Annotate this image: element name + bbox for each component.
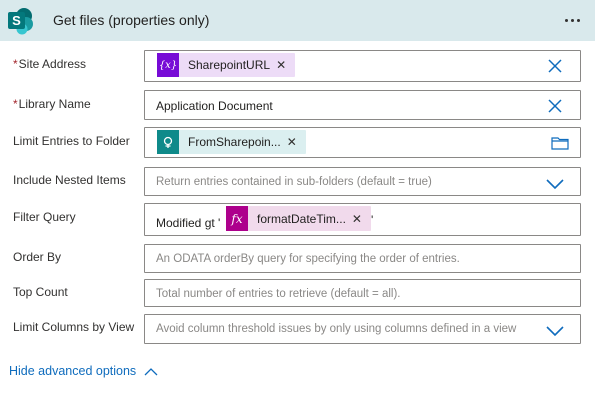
required-marker: *	[13, 57, 18, 71]
chevron-down-icon[interactable]	[545, 178, 565, 190]
limit-folder-field[interactable]: FromSharepoin... ✕	[144, 127, 581, 158]
include-nested-placeholder: Return entries contained in sub-folders …	[156, 176, 432, 188]
function-icon: fx	[226, 206, 248, 231]
include-nested-label: Include Nested Items	[13, 173, 126, 187]
library-name-field[interactable]: Application Document	[144, 90, 581, 120]
library-name-value: Application Document	[156, 99, 273, 113]
order-by-field[interactable]: An ODATA orderBy query for specifying th…	[144, 244, 581, 273]
filter-query-prefix: Modified gt '	[156, 216, 221, 230]
top-count-placeholder: Total number of entries to retrieve (def…	[156, 288, 401, 300]
ellipsis-icon[interactable]	[561, 9, 583, 31]
sharepoint-icon: S	[8, 8, 33, 35]
token-label: FromSharepoin...	[188, 135, 281, 149]
clear-icon[interactable]	[547, 58, 563, 74]
required-marker: *	[13, 97, 18, 111]
action-card-header[interactable]: S Get files (properties only)	[0, 0, 595, 41]
remove-token-icon[interactable]: ✕	[352, 212, 371, 226]
limit-folder-label: Limit Entries to Folder	[13, 134, 130, 148]
site-address-field[interactable]: {x} SharepointURL ✕	[144, 50, 581, 82]
formatdatetime-token[interactable]: fx formatDateTim... ✕	[226, 206, 371, 231]
remove-token-icon[interactable]: ✕	[287, 135, 306, 149]
power-apps-icon	[157, 130, 179, 154]
remove-token-icon[interactable]: ✕	[276, 58, 295, 72]
top-count-label: Top Count	[13, 285, 68, 299]
variable-icon: {x}	[157, 53, 179, 77]
folder-icon[interactable]	[551, 136, 569, 150]
chevron-down-icon[interactable]	[545, 325, 565, 337]
clear-icon[interactable]	[547, 98, 563, 114]
chevron-up-icon	[144, 367, 158, 375]
limit-columns-label: Limit Columns by View	[13, 320, 135, 334]
sharepointurl-token[interactable]: {x} SharepointURL ✕	[157, 53, 296, 77]
fromsharepoint-token[interactable]: FromSharepoin... ✕	[157, 130, 306, 154]
top-count-field[interactable]: Total number of entries to retrieve (def…	[144, 279, 581, 307]
filter-query-suffix: '	[371, 213, 374, 227]
order-by-label: Order By	[13, 250, 62, 264]
hide-advanced-options-link[interactable]: Hide advanced options	[9, 364, 158, 378]
include-nested-dropdown[interactable]: Return entries contained in sub-folders …	[144, 167, 581, 196]
site-address-label: *Site Address	[13, 57, 87, 71]
filter-query-field[interactable]: Modified gt ' fx formatDateTim... ✕ '	[144, 203, 581, 236]
hide-advanced-options-label: Hide advanced options	[9, 364, 137, 378]
filter-query-label: Filter Query	[13, 210, 76, 224]
token-label: formatDateTim...	[257, 211, 346, 226]
action-title[interactable]: Get files (properties only)	[53, 12, 209, 28]
token-label: SharepointURL	[188, 58, 271, 72]
limit-columns-dropdown[interactable]: Avoid column threshold issues by only us…	[144, 314, 581, 344]
limit-columns-placeholder: Avoid column threshold issues by only us…	[156, 323, 517, 335]
sharepoint-icon-letter: S	[12, 13, 21, 28]
order-by-placeholder: An ODATA orderBy query for specifying th…	[156, 253, 460, 265]
library-name-label: *Library Name	[13, 97, 91, 111]
